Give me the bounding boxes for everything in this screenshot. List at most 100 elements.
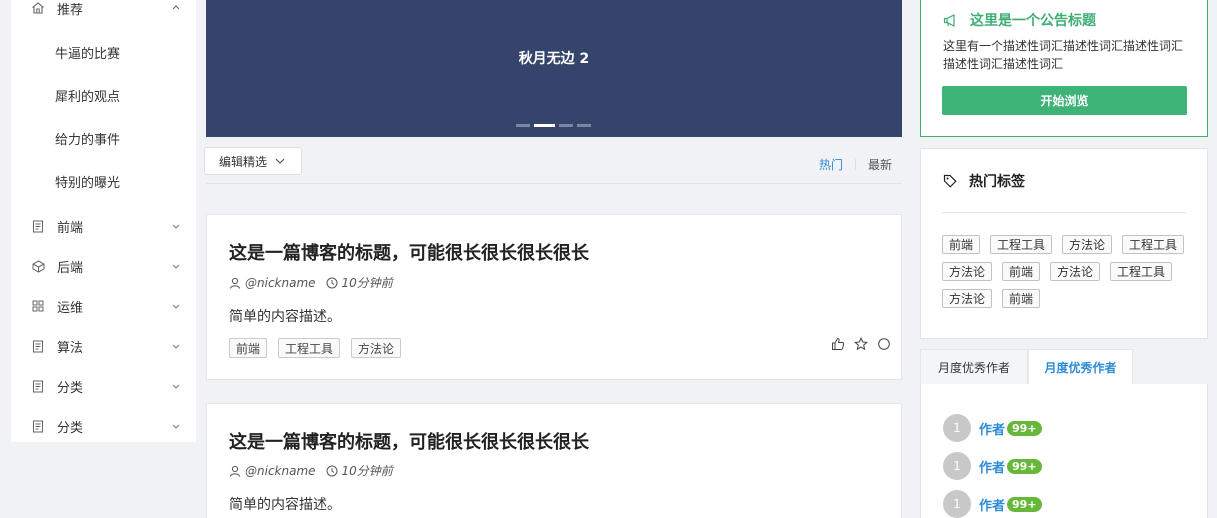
post-description: 简单的内容描述。 <box>229 309 341 325</box>
menu-item-category-2[interactable]: 分类 <box>11 406 196 446</box>
hot-tag[interactable]: 方法论 <box>1062 235 1113 254</box>
hot-tag[interactable]: 工程工具 <box>1110 262 1173 281</box>
category-select[interactable]: 编辑精选 <box>204 147 302 175</box>
hot-tag[interactable]: 方法论 <box>1050 262 1101 281</box>
notice-panel: 这里是一个公告标题 这里有一个描述性词汇描述性词汇描述性词汇描述性词汇描述性词汇… <box>920 0 1208 137</box>
author-tabs: 月度优秀作者 月度优秀作者 <box>920 349 1208 385</box>
hot-tag[interactable]: 工程工具 <box>1122 235 1185 254</box>
post-meta: @nickname 10分钟前 <box>229 274 393 291</box>
menu-label-recommend: 推荐 <box>57 3 84 18</box>
menu-item-category-1[interactable]: 分类 <box>11 366 196 406</box>
clock-icon <box>326 277 338 289</box>
hot-tag[interactable]: 工程工具 <box>990 235 1053 254</box>
post-tag[interactable]: 方法论 <box>351 338 402 358</box>
chevron-down-icon <box>171 301 181 311</box>
avatar: 1 <box>943 452 971 480</box>
menu-label-algorithm: 算法 <box>57 340 84 356</box>
author-name[interactable]: 作者 <box>979 495 1005 514</box>
avatar: 1 <box>943 414 971 442</box>
post-tag[interactable]: 前端 <box>229 338 268 358</box>
chevron-down-icon <box>171 421 181 431</box>
menu-item-backend[interactable]: 后端 <box>11 246 196 286</box>
hot-tag[interactable]: 方法论 <box>942 262 993 281</box>
tab-monthly-authors[interactable]: 月度优秀作者 <box>920 349 1028 385</box>
main-content: 秋月无边 2 编辑精选 热门 最新 这是一篇博客的标题，可能很长很长很长很长 @… <box>204 0 902 518</box>
carousel-dot[interactable] <box>577 124 591 127</box>
carousel-dot-active[interactable] <box>534 124 555 127</box>
sort-switch: 热门 最新 <box>819 156 892 173</box>
hot-tags-panel: 热门标签 前端 工程工具 方法论 工程工具 方法论 前端 方法论 工程工具 方法… <box>920 148 1208 339</box>
carousel-indicators <box>516 124 591 127</box>
submenu-item-2[interactable]: 犀利的观点 <box>11 74 196 117</box>
hot-tag[interactable]: 前端 <box>942 235 981 254</box>
hot-tag[interactable]: 前端 <box>1002 262 1041 281</box>
post-time: 10分钟前 <box>341 464 393 478</box>
author-row[interactable]: 1 作者 99+ <box>943 414 1042 442</box>
author-row[interactable]: 1 作者 99+ <box>943 452 1042 480</box>
user-icon <box>229 277 241 289</box>
post-tags: 前端 工程工具 方法论 <box>229 338 402 358</box>
hot-tag[interactable]: 方法论 <box>942 289 993 308</box>
menu-item-ops[interactable]: 运维 <box>11 286 196 326</box>
chevron-up-icon <box>171 2 181 12</box>
menu-item-algorithm[interactable]: 算法 <box>11 326 196 366</box>
sort-hot-link[interactable]: 热门 <box>819 156 843 173</box>
author-name[interactable]: 作者 <box>979 419 1005 438</box>
hot-tag[interactable]: 前端 <box>1002 289 1041 308</box>
hot-tags-title: 热门标签 <box>969 174 1025 190</box>
clock-icon <box>326 465 338 477</box>
post-author[interactable]: @nickname <box>245 276 316 290</box>
grid-icon <box>31 299 45 313</box>
file-icon <box>31 219 45 233</box>
file-icon <box>31 379 45 393</box>
hot-tags-title-row: 热门标签 <box>943 171 1025 191</box>
home-icon <box>31 1 45 15</box>
chevron-down-icon <box>275 158 285 164</box>
sidebar-menu: 推荐 牛逼的比赛 犀利的观点 给力的事件 特别的曝光 前端 后端 运维 算法 分… <box>11 0 196 442</box>
menu-label-frontend: 前端 <box>57 220 84 236</box>
star-icon[interactable] <box>854 337 868 351</box>
chevron-down-icon <box>171 261 181 271</box>
carousel[interactable]: 秋月无边 2 <box>206 0 902 137</box>
submenu-item-4[interactable]: 特别的曝光 <box>11 160 196 203</box>
post-time: 10分钟前 <box>341 276 393 290</box>
carousel-dot[interactable] <box>516 124 530 127</box>
post-meta: @nickname 10分钟前 <box>229 462 393 479</box>
menu-item-frontend[interactable]: 前端 <box>11 206 196 246</box>
count-badge: 99+ <box>1007 496 1042 512</box>
start-browsing-button[interactable]: 开始浏览 <box>942 86 1187 115</box>
thumbs-up-icon[interactable] <box>831 337 845 351</box>
submenu-item-3[interactable]: 给力的事件 <box>11 117 196 160</box>
post-card[interactable]: 这是一篇博客的标题，可能很长很长很长很长 @nickname 10分钟前 简单的… <box>206 403 902 518</box>
post-card[interactable]: 这是一篇博客的标题，可能很长很长很长很长 @nickname 10分钟前 简单的… <box>206 214 902 380</box>
author-name[interactable]: 作者 <box>979 457 1005 476</box>
tag-icon <box>943 174 957 188</box>
filter-bar: 编辑精选 热门 最新 <box>204 137 902 184</box>
megaphone-icon <box>943 13 958 27</box>
post-title[interactable]: 这是一篇博客的标题，可能很长很长很长很长 <box>229 428 589 454</box>
chevron-down-icon <box>171 221 181 231</box>
tab-monthly-authors-active[interactable]: 月度优秀作者 <box>1028 349 1133 385</box>
menu-label-ops: 运维 <box>57 300 84 316</box>
carousel-dot[interactable] <box>559 124 573 127</box>
post-actions <box>831 337 891 351</box>
category-select-label: 编辑精选 <box>219 154 268 169</box>
chevron-down-icon <box>171 341 181 351</box>
post-tag[interactable]: 工程工具 <box>278 338 341 358</box>
chevron-down-icon <box>171 381 181 391</box>
notice-title-row: 这里是一个公告标题 <box>943 10 1096 30</box>
count-badge: 99+ <box>1007 458 1042 474</box>
submenu-item-1[interactable]: 牛逼的比赛 <box>11 31 196 74</box>
author-list: 1 作者 99+ 1 作者 99+ 1 作者 99+ <box>920 384 1208 518</box>
notice-description: 这里有一个描述性词汇描述性词汇描述性词汇描述性词汇描述性词汇 <box>943 39 1184 71</box>
notice-title: 这里是一个公告标题 <box>970 13 1096 29</box>
file-icon <box>31 339 45 353</box>
menu-item-recommend[interactable]: 推荐 <box>11 0 196 18</box>
sort-new-link[interactable]: 最新 <box>868 156 892 173</box>
author-row[interactable]: 1 作者 99+ <box>943 490 1042 518</box>
cube-icon <box>31 259 45 273</box>
menu-label-category-1: 分类 <box>57 380 84 396</box>
comment-icon[interactable] <box>877 337 891 351</box>
post-title[interactable]: 这是一篇博客的标题，可能很长很长很长很长 <box>229 239 589 265</box>
post-author[interactable]: @nickname <box>245 464 316 478</box>
